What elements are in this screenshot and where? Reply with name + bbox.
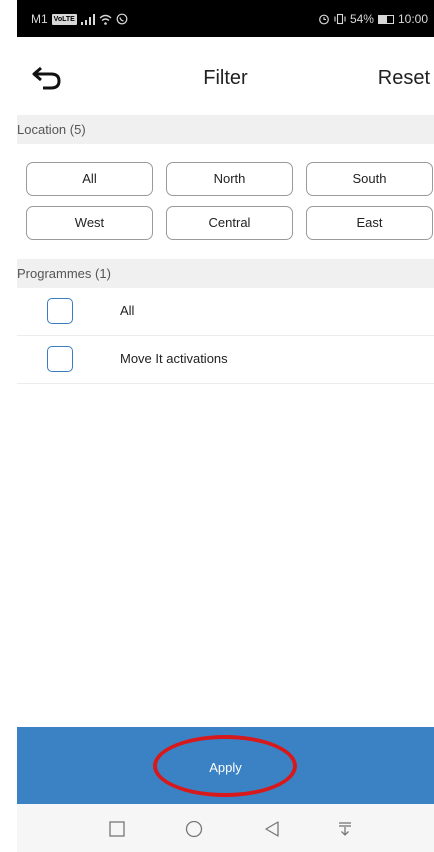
volte-badge: VoLTE: [51, 13, 77, 25]
battery-fill: [378, 15, 387, 23]
programme-label: Move It activations: [120, 351, 228, 366]
checkbox[interactable]: [47, 346, 73, 372]
reset-button[interactable]: Reset: [378, 67, 430, 90]
alarm-icon: [319, 14, 329, 25]
notification-pulldown-icon[interactable]: [337, 821, 353, 837]
back-triangle-icon[interactable]: [264, 821, 280, 837]
location-chip-south[interactable]: South: [306, 162, 433, 196]
header: Filter Reset: [17, 37, 434, 115]
system-nav-bar: [17, 804, 434, 852]
programmes-list: All Move It activations: [17, 288, 434, 384]
checkbox[interactable]: [47, 298, 73, 324]
status-left: M1 VoLTE: [31, 12, 128, 26]
programme-item-all[interactable]: All: [17, 288, 434, 336]
programme-label: All: [120, 303, 135, 318]
status-right: 54% 10:00: [318, 12, 428, 26]
page-title: Filter: [203, 67, 248, 89]
recents-square-icon[interactable]: [109, 821, 125, 837]
home-circle-icon[interactable]: [185, 821, 203, 839]
apply-button[interactable]: Apply: [17, 727, 434, 804]
carrier-label: M1: [31, 12, 48, 26]
whatsapp-icon: [116, 13, 128, 25]
vibrate-icon: [334, 13, 346, 25]
highlight-circle: [153, 735, 297, 797]
location-options: All North South West Central East: [17, 144, 434, 259]
location-heading: Location (5): [17, 115, 434, 144]
location-chip-north[interactable]: North: [166, 162, 293, 196]
phone-screen: M1 VoLTE 54% 10:00 Filter Reset Location…: [17, 0, 434, 852]
signal-icon: [80, 13, 95, 25]
location-chip-east[interactable]: East: [306, 206, 433, 240]
location-chip-all[interactable]: All: [26, 162, 153, 196]
status-bar: M1 VoLTE 54% 10:00: [17, 0, 434, 37]
wifi-icon: [99, 14, 112, 25]
clock: 10:00: [397, 12, 428, 26]
location-chip-west[interactable]: West: [26, 206, 153, 240]
programmes-heading: Programmes (1): [17, 259, 434, 288]
battery-icon: [377, 14, 394, 24]
programme-item-move-it[interactable]: Move It activations: [17, 336, 434, 384]
battery-percent: 54%: [349, 12, 374, 26]
location-chip-central[interactable]: Central: [166, 206, 293, 240]
